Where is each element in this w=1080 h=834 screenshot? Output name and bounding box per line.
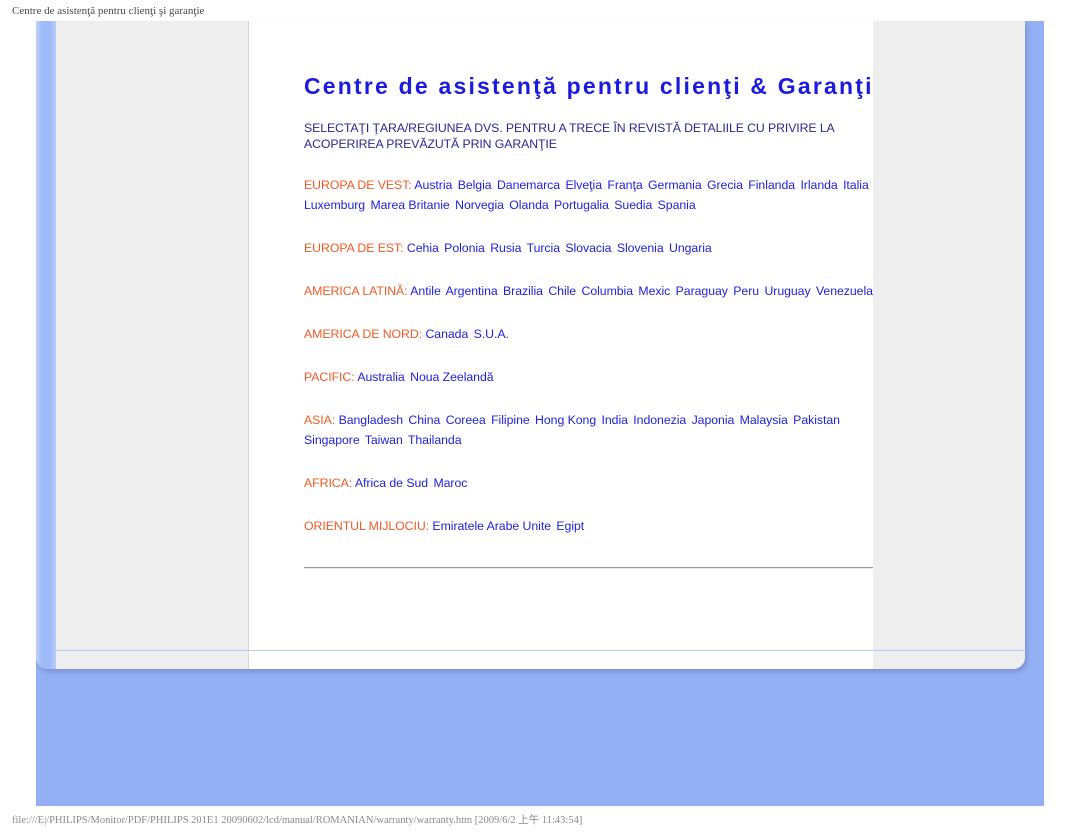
sidebar-panel	[56, 21, 249, 669]
print-header-title: Centre de asistenţă pentru clienţi şi ga…	[12, 5, 205, 17]
country-link[interactable]: Rusia	[490, 241, 521, 255]
country-link[interactable]: Africa de Sud	[355, 476, 428, 490]
country-link[interactable]: Danemarca	[497, 178, 560, 192]
country-link[interactable]: Turcia	[527, 241, 560, 255]
country-link[interactable]: Polonia	[444, 241, 485, 255]
left-accent-strip	[36, 21, 56, 669]
region-row: EUROPA DE EST: Cehia Polonia Rusia Turci…	[304, 238, 873, 258]
country-link[interactable]: Egipt	[556, 519, 584, 533]
country-link[interactable]: Belgia	[458, 178, 492, 192]
region-label: ASIA:	[304, 413, 336, 427]
country-link[interactable]: Brazilia	[503, 284, 543, 298]
country-link[interactable]: Filipine	[491, 413, 530, 427]
country-link[interactable]: Spania	[658, 198, 696, 212]
country-link[interactable]: Canada	[425, 327, 468, 341]
page-title: Centre de asistenţă pentru clienţi & Gar…	[304, 73, 873, 99]
region-label: AMERICA LATINĂ:	[304, 284, 408, 298]
country-link[interactable]: Slovacia	[565, 241, 611, 255]
country-link[interactable]: Columbia	[581, 284, 633, 298]
country-link[interactable]: Suedia	[614, 198, 652, 212]
country-link[interactable]: Grecia	[707, 178, 743, 192]
country-link[interactable]: Paraguay	[676, 284, 728, 298]
right-panel	[872, 21, 1025, 669]
region-label: ORIENTUL MIJLOCIU:	[304, 519, 430, 533]
region-label: EUROPA DE VEST:	[304, 178, 412, 192]
region-row: ORIENTUL MIJLOCIU: Emiratele Arabe Unite…	[304, 516, 873, 536]
region-label: AFRICA:	[304, 476, 353, 490]
country-link[interactable]: Olanda	[509, 198, 548, 212]
country-link[interactable]: Austria	[414, 178, 452, 192]
country-link[interactable]: Taiwan	[365, 433, 403, 447]
content-window: Centre de asistenţă pentru clienţi & Gar…	[36, 21, 1025, 669]
bottom-divider	[304, 567, 873, 569]
country-link[interactable]: Peru	[733, 284, 759, 298]
country-link[interactable]: Franţa	[607, 178, 642, 192]
print-header: Centre de asistenţă pentru clienţi şi ga…	[0, 0, 1080, 22]
country-link[interactable]: Malaysia	[740, 413, 788, 427]
country-link[interactable]: Slovenia	[617, 241, 664, 255]
country-link[interactable]: Cehia	[407, 241, 439, 255]
document-body: Centre de asistenţă pentru clienţi & Gar…	[304, 21, 873, 569]
country-link[interactable]: Luxemburg	[304, 198, 365, 212]
country-link[interactable]: Italia	[843, 178, 869, 192]
intro-instruction: SELECTAŢI ŢARA/REGIUNEA DVS. PENTRU A TR…	[304, 121, 834, 151]
country-link[interactable]: Germania	[648, 178, 702, 192]
country-link[interactable]: Chile	[548, 284, 576, 298]
country-link[interactable]: Irlanda	[800, 178, 837, 192]
region-row: AMERICA LATINĂ: Antile Argentina Brazili…	[304, 281, 873, 301]
country-link[interactable]: Uruguay	[764, 284, 810, 298]
country-link[interactable]: S.U.A.	[474, 327, 509, 341]
region-row: AMERICA DE NORD: Canada S.U.A.	[304, 324, 873, 344]
country-link[interactable]: Indonezia	[633, 413, 686, 427]
country-link[interactable]: India	[602, 413, 628, 427]
document-column: Centre de asistenţă pentru clienţi & Gar…	[249, 21, 873, 669]
country-link[interactable]: Bangladesh	[339, 413, 404, 427]
country-link[interactable]: Ungaria	[669, 241, 712, 255]
country-link[interactable]: Elveţia	[565, 178, 602, 192]
country-link[interactable]: Antile	[410, 284, 441, 298]
regions-list: EUROPA DE VEST: Austria Belgia Danemarca…	[304, 175, 873, 536]
country-link[interactable]: Emiratele Arabe Unite	[432, 519, 551, 533]
country-link[interactable]: Hong Kong	[535, 413, 596, 427]
country-link[interactable]: Portugalia	[554, 198, 609, 212]
country-link[interactable]: Marea Britanie	[370, 198, 449, 212]
country-link[interactable]: China	[408, 413, 440, 427]
region-label: AMERICA DE NORD:	[304, 327, 423, 341]
country-link[interactable]: Mexic	[638, 284, 670, 298]
print-footer: file:///E|/PHILIPS/Monitor/PDF/PHILIPS 2…	[0, 812, 1080, 834]
country-link[interactable]: Singapore	[304, 433, 360, 447]
country-link[interactable]: Coreea	[446, 413, 486, 427]
print-footer-path: file:///E|/PHILIPS/Monitor/PDF/PHILIPS 2…	[12, 815, 583, 826]
region-row: AFRICA: Africa de Sud Maroc	[304, 473, 873, 493]
country-link[interactable]: Maroc	[433, 476, 467, 490]
region-row: PACIFIC: Australia Noua Zeelandă	[304, 367, 873, 387]
region-row: ASIA: Bangladesh China Coreea Filipine H…	[304, 410, 873, 450]
region-label: PACIFIC:	[304, 370, 355, 384]
region-label: EUROPA DE EST:	[304, 241, 404, 255]
country-link[interactable]: Venezuela	[816, 284, 873, 298]
country-link[interactable]: Norvegia	[455, 198, 504, 212]
country-link[interactable]: Pakistan	[793, 413, 840, 427]
country-link[interactable]: Finlanda	[748, 178, 795, 192]
region-row: EUROPA DE VEST: Austria Belgia Danemarca…	[304, 175, 873, 215]
country-link[interactable]: Japonia	[692, 413, 735, 427]
country-link[interactable]: Noua Zeelandă	[410, 370, 494, 384]
country-link[interactable]: Thailanda	[408, 433, 462, 447]
country-link[interactable]: Australia	[357, 370, 404, 384]
country-link[interactable]: Argentina	[445, 284, 497, 298]
window-bottom-strip	[56, 651, 1025, 669]
